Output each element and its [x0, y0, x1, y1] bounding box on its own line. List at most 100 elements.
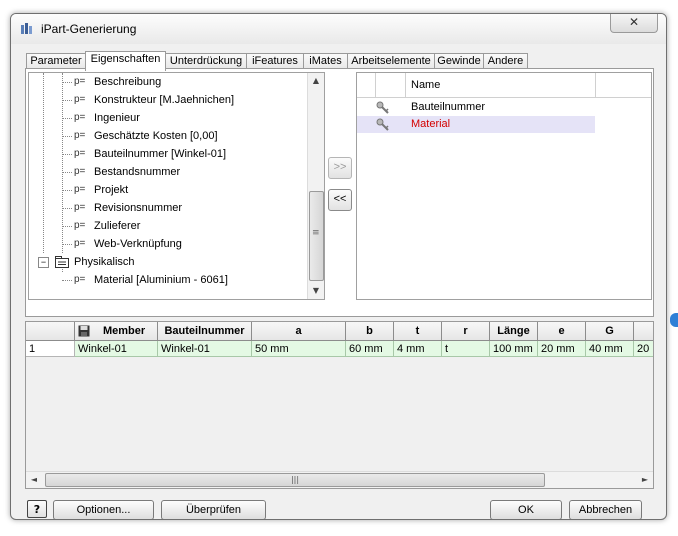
tree-line	[62, 280, 72, 281]
cancel-button[interactable]: Abbrechen	[569, 500, 642, 519]
tree-group-label: Physikalisch	[74, 256, 135, 268]
table-cell-g[interactable]: 40 mm	[586, 341, 634, 357]
table-header-e[interactable]: e	[538, 322, 586, 341]
ipart-app-icon	[21, 23, 32, 34]
table-cell-member[interactable]: Winkel-01	[75, 341, 158, 357]
property-icon: p=	[74, 130, 86, 141]
remove-property-button[interactable]: <<	[328, 189, 352, 211]
table-header-corner	[26, 322, 75, 341]
list-header-name: Name	[411, 79, 441, 91]
list-item-label: Material	[411, 118, 451, 130]
scroll-up-icon[interactable]: ▲	[308, 73, 324, 89]
tree-line	[62, 100, 72, 101]
tree-line	[62, 172, 72, 173]
scroll-down-icon[interactable]: ▼	[308, 283, 324, 299]
options-button[interactable]: Optionen...	[53, 500, 154, 519]
table-scrollbar[interactable]: ◄ ||| ►	[26, 471, 653, 488]
tree-item-ingenieur[interactable]: p= Ingenieur	[29, 109, 309, 127]
table-header-bauteilnummer[interactable]: Bauteilnummer	[158, 322, 252, 341]
tree-line	[62, 208, 72, 209]
tree-item-zulieferer[interactable]: p= Zulieferer	[29, 217, 309, 235]
tree-item-geschaetzte-kosten[interactable]: p= Geschätzte Kosten [0,00]	[29, 127, 309, 145]
tree-item-material[interactable]: p= Material [Aluminium - 6061]	[29, 271, 309, 289]
properties-panel: p= Beschreibung p= Konstrukteur [M.Jaehn…	[25, 68, 654, 317]
table-cell-e[interactable]: 20 mm	[538, 341, 586, 357]
tree-scrollbar[interactable]: ▲ ≡ ▼	[307, 73, 324, 299]
check-button[interactable]: Überprüfen	[161, 500, 266, 519]
tree-item-web-verknuepfung[interactable]: p= Web-Verknüpfung	[29, 235, 309, 253]
key-icon	[376, 118, 389, 131]
tree-item-label: Zulieferer	[94, 220, 141, 232]
tree-line	[62, 226, 72, 227]
table-cell-r[interactable]: t	[442, 341, 490, 357]
tree-line	[62, 136, 72, 137]
table-header-a[interactable]: a	[252, 322, 346, 341]
table-cell-bauteilnummer[interactable]: Winkel-01	[158, 341, 252, 357]
table-scroll-thumb[interactable]: |||	[45, 473, 545, 487]
tree-line	[62, 82, 72, 83]
folder-icon	[55, 256, 69, 268]
list-header-cell	[357, 73, 376, 97]
table-cell-a[interactable]: 50 mm	[252, 341, 346, 357]
dialog-client: Parameter Eigenschaften Unterdrückung iF…	[18, 48, 659, 519]
property-icon: p=	[74, 274, 86, 285]
tree-item-beschreibung[interactable]: p= Beschreibung	[29, 73, 309, 91]
property-icon: p=	[74, 148, 86, 159]
key-icon	[376, 101, 389, 114]
table-cell-t[interactable]: 4 mm	[394, 341, 442, 357]
selected-properties-list[interactable]: Name Bauteilnummer Material	[356, 72, 652, 300]
side-panel-tab[interactable]	[670, 313, 678, 327]
save-icon	[78, 325, 90, 337]
table-row-number[interactable]: 1	[26, 341, 75, 357]
help-button[interactable]: ?	[27, 500, 47, 518]
tree-item-bauteilnummer[interactable]: p= Bauteilnummer [Winkel-01]	[29, 145, 309, 163]
member-table[interactable]: Member Bauteilnummer a b t r Länge e G 1…	[25, 321, 654, 489]
tree-item-label: Material [Aluminium - 6061]	[94, 274, 228, 286]
tree-line	[62, 190, 72, 191]
grip-icon: ≡	[312, 228, 320, 238]
property-icon: p=	[74, 202, 86, 213]
list-item-bauteilnummer[interactable]: Bauteilnummer	[357, 99, 595, 116]
tab-eigenschaften[interactable]: Eigenschaften	[85, 51, 166, 71]
tree-item-label: Revisionsnummer	[94, 202, 183, 214]
table-header-t[interactable]: t	[394, 322, 442, 341]
table-header-b[interactable]: b	[346, 322, 394, 341]
tree-item-label: Beschreibung	[94, 76, 162, 88]
table-cell-b[interactable]: 60 mm	[346, 341, 394, 357]
property-icon: p=	[74, 184, 86, 195]
close-button[interactable]: ✕	[610, 14, 658, 33]
add-property-button[interactable]: >>	[328, 157, 352, 179]
property-icon: p=	[74, 238, 86, 249]
table-cell-laenge[interactable]: 100 mm	[490, 341, 538, 357]
window-title: iPart-Generierung	[41, 22, 137, 36]
tree-item-konstrukteur[interactable]: p= Konstrukteur [M.Jaehnichen]	[29, 91, 309, 109]
tree-item-revisionsnummer[interactable]: p= Revisionsnummer	[29, 199, 309, 217]
list-item-material[interactable]: Material	[357, 116, 595, 133]
list-header-name-cell[interactable]: Name	[405, 73, 596, 97]
property-icon: p=	[74, 76, 86, 87]
list-header-cell	[375, 73, 406, 97]
table-header-laenge[interactable]: Länge	[490, 322, 538, 341]
tree-scroll-thumb[interactable]: ≡	[309, 191, 324, 281]
tree-item-label: Geschätzte Kosten [0,00]	[94, 130, 218, 142]
table-header-member[interactable]: Member	[75, 322, 158, 341]
tree-item-bestandsnummer[interactable]: p= Bestandsnummer	[29, 163, 309, 181]
list-header: Name	[357, 73, 651, 98]
tree-item-label: Projekt	[94, 184, 129, 196]
scroll-right-icon[interactable]: ►	[637, 472, 653, 488]
table-cell-more[interactable]: 20	[634, 341, 653, 357]
tree-item-label: Ingenieur	[94, 112, 140, 124]
ipart-dialog: iPart-Generierung ✕ Parameter Eigenschaf…	[10, 13, 667, 520]
title-bar[interactable]: iPart-Generierung ✕	[11, 14, 666, 44]
tree-item-label: Konstrukteur [M.Jaehnichen]	[94, 94, 235, 106]
properties-tree[interactable]: p= Beschreibung p= Konstrukteur [M.Jaehn…	[28, 72, 325, 300]
table-header-r[interactable]: r	[442, 322, 490, 341]
property-icon: p=	[74, 220, 86, 231]
collapse-icon[interactable]: −	[38, 257, 49, 268]
table-header-more[interactable]	[634, 322, 653, 341]
scroll-left-icon[interactable]: ◄	[26, 472, 42, 488]
ok-button[interactable]: OK	[490, 500, 562, 519]
tree-group-physikalisch[interactable]: − Physikalisch	[29, 253, 309, 271]
tree-item-projekt[interactable]: p= Projekt	[29, 181, 309, 199]
table-header-g[interactable]: G	[586, 322, 634, 341]
